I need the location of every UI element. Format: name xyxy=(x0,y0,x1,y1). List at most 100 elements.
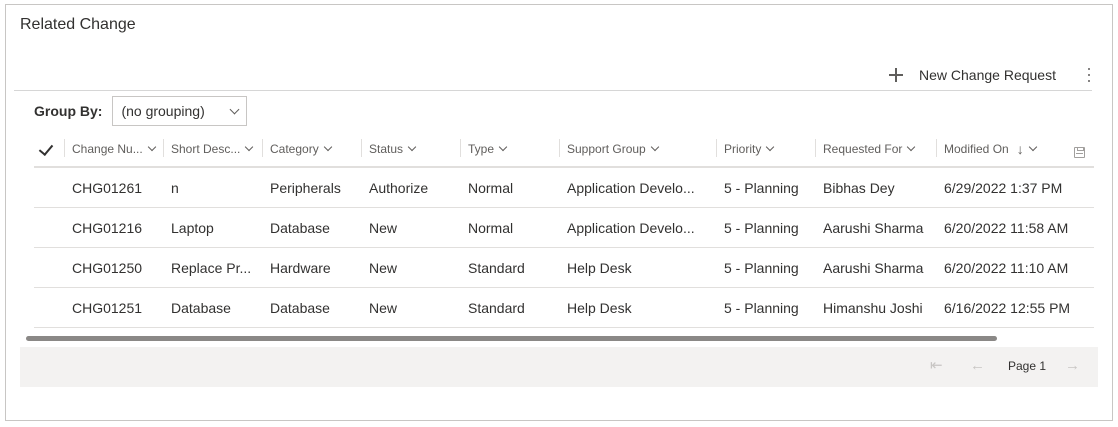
chevron-down-icon xyxy=(498,142,508,152)
cell-short-description: Laptop xyxy=(171,219,214,236)
cell-type: Standard xyxy=(468,259,525,276)
column-separator xyxy=(361,139,362,157)
column-separator xyxy=(559,139,560,157)
command-bar: New Change Request xyxy=(889,63,1094,87)
chevron-down-icon xyxy=(245,142,254,152)
grid-header: Change Nu... Short Desc... Category Status T… xyxy=(34,132,1094,168)
column-header-support-group[interactable]: Support Group xyxy=(559,132,659,166)
chevron-down-icon xyxy=(766,142,775,152)
cell-category: Hardware xyxy=(270,259,331,276)
column-header-label: Change Nu... xyxy=(72,142,143,156)
cell-type: Normal xyxy=(468,179,514,196)
column-header-label: Support Group xyxy=(567,142,646,156)
column-header-label: Modified On xyxy=(944,142,1009,156)
first-page-icon[interactable]: ⇤ xyxy=(930,357,943,375)
column-separator xyxy=(64,139,65,157)
page-indicator: Page 1 xyxy=(1008,359,1047,373)
grid-rows: CHG01261 n Peripherals Authorize Normal Appli… xyxy=(34,168,1094,328)
column-header-label: Type xyxy=(468,142,495,156)
plus-icon xyxy=(889,68,904,82)
chevron-down-icon xyxy=(230,104,240,114)
new-change-request-button[interactable]: New Change Request xyxy=(889,67,1056,83)
column-separator xyxy=(936,139,937,157)
sort-descending-icon: ↓ xyxy=(1016,141,1024,157)
cell-modified-on: 6/20/2022 11:58 AM xyxy=(944,219,1069,236)
horizontal-scrollbar[interactable] xyxy=(26,336,997,341)
table-row[interactable]: CHG01216 Laptop Database New Normal Applicati… xyxy=(34,208,1094,248)
column-header-label: Short Desc... xyxy=(171,142,241,156)
cell-status: New xyxy=(369,299,398,316)
column-header-priority[interactable]: Priority xyxy=(716,132,775,166)
next-page-icon[interactable]: → xyxy=(1065,357,1080,375)
cell-modified-on: 6/16/2022 12:55 PM xyxy=(944,299,1071,316)
cell-support-group: Application Develo... xyxy=(567,179,695,196)
cell-category: Database xyxy=(270,219,330,236)
column-header-label: Requested For xyxy=(823,142,903,156)
group-by-select[interactable]: (no grouping) xyxy=(112,96,248,126)
grid-footer: ⇤ ← Page 1 → xyxy=(20,347,1098,387)
cell-change-number[interactable]: CHG01250 xyxy=(64,248,142,287)
cell-modified-on: 6/20/2022 11:10 AM xyxy=(944,259,1069,276)
related-change-grid: Change Nu... Short Desc... Category Status T… xyxy=(34,132,1094,328)
chevron-down-icon xyxy=(1028,142,1037,152)
column-header-type[interactable]: Type xyxy=(460,132,508,166)
table-row[interactable]: CHG01251 Database Database New Standard Help … xyxy=(34,288,1094,328)
cell-category: Database xyxy=(270,299,330,316)
column-header-label: Category xyxy=(270,142,319,156)
cell-priority: 5 - Planning xyxy=(724,259,799,276)
cell-priority: 5 - Planning xyxy=(724,219,799,236)
column-header-modified-on[interactable]: Modified On ↓ xyxy=(936,132,1037,166)
column-header-requested-for[interactable]: Requested For xyxy=(815,132,916,166)
group-by-value: (no grouping) xyxy=(121,103,205,119)
more-vertical-icon[interactable] xyxy=(1084,67,1094,83)
column-header-change-number[interactable]: Change Nu... xyxy=(64,132,156,166)
cell-requested-for: Aarushi Sharma xyxy=(823,219,924,236)
chevron-down-icon xyxy=(323,142,332,152)
cell-change-number[interactable]: CHG01251 xyxy=(64,288,142,327)
cell-change-number[interactable]: CHG01261 xyxy=(64,168,142,207)
cell-priority: 5 - Planning xyxy=(724,179,799,196)
column-header-label: Priority xyxy=(724,142,762,156)
cell-support-group: Help Desk xyxy=(567,299,632,316)
chevron-down-icon xyxy=(907,142,916,152)
column-header-status[interactable]: Status xyxy=(361,132,417,166)
divider xyxy=(14,90,1092,91)
chevron-down-icon xyxy=(147,142,156,152)
chevron-down-icon xyxy=(650,142,659,152)
save-view-icon[interactable] xyxy=(1074,147,1085,158)
cell-support-group: Help Desk xyxy=(567,259,632,276)
cell-requested-for: Aarushi Sharma xyxy=(823,259,924,276)
cell-change-number[interactable]: CHG01216 xyxy=(64,208,142,247)
cell-status: Authorize xyxy=(369,179,429,196)
cell-requested-for: Himanshu Joshi xyxy=(823,299,923,316)
new-change-request-label: New Change Request xyxy=(919,67,1056,83)
cell-type: Normal xyxy=(468,219,514,236)
cell-priority: 5 - Planning xyxy=(724,299,799,316)
panel-title: Related Change xyxy=(20,16,136,33)
cell-requested-for: Bibhas Dey xyxy=(823,179,895,196)
group-by-control: Group By: (no grouping) xyxy=(34,96,248,126)
column-header-category[interactable]: Category xyxy=(262,132,332,166)
table-row[interactable]: CHG01261 n Peripherals Authorize Normal Appli… xyxy=(34,168,1094,208)
column-separator xyxy=(163,139,164,157)
cell-short-description: n xyxy=(171,179,179,196)
cell-status: New xyxy=(369,259,398,276)
column-separator xyxy=(815,139,816,157)
chevron-down-icon xyxy=(407,142,417,152)
column-header-short-description[interactable]: Short Desc... xyxy=(163,132,254,166)
group-by-label: Group By: xyxy=(34,103,103,119)
column-separator xyxy=(460,139,461,157)
column-separator xyxy=(716,139,717,157)
cell-modified-on: 6/29/2022 1:37 PM xyxy=(944,179,1063,196)
cell-type: Standard xyxy=(468,299,525,316)
cell-support-group: Application Develo... xyxy=(567,219,695,236)
cell-category: Peripherals xyxy=(270,179,341,196)
column-separator xyxy=(262,139,263,157)
cell-status: New xyxy=(369,219,398,236)
cell-short-description: Replace Pr... xyxy=(171,259,252,276)
cell-short-description: Database xyxy=(171,299,231,316)
column-header-label: Status xyxy=(369,142,404,156)
table-row[interactable]: CHG01250 Replace Pr... Hardware New Standard… xyxy=(34,248,1094,288)
previous-page-icon[interactable]: ← xyxy=(970,357,985,375)
select-all-checkmark-icon[interactable] xyxy=(38,140,54,157)
